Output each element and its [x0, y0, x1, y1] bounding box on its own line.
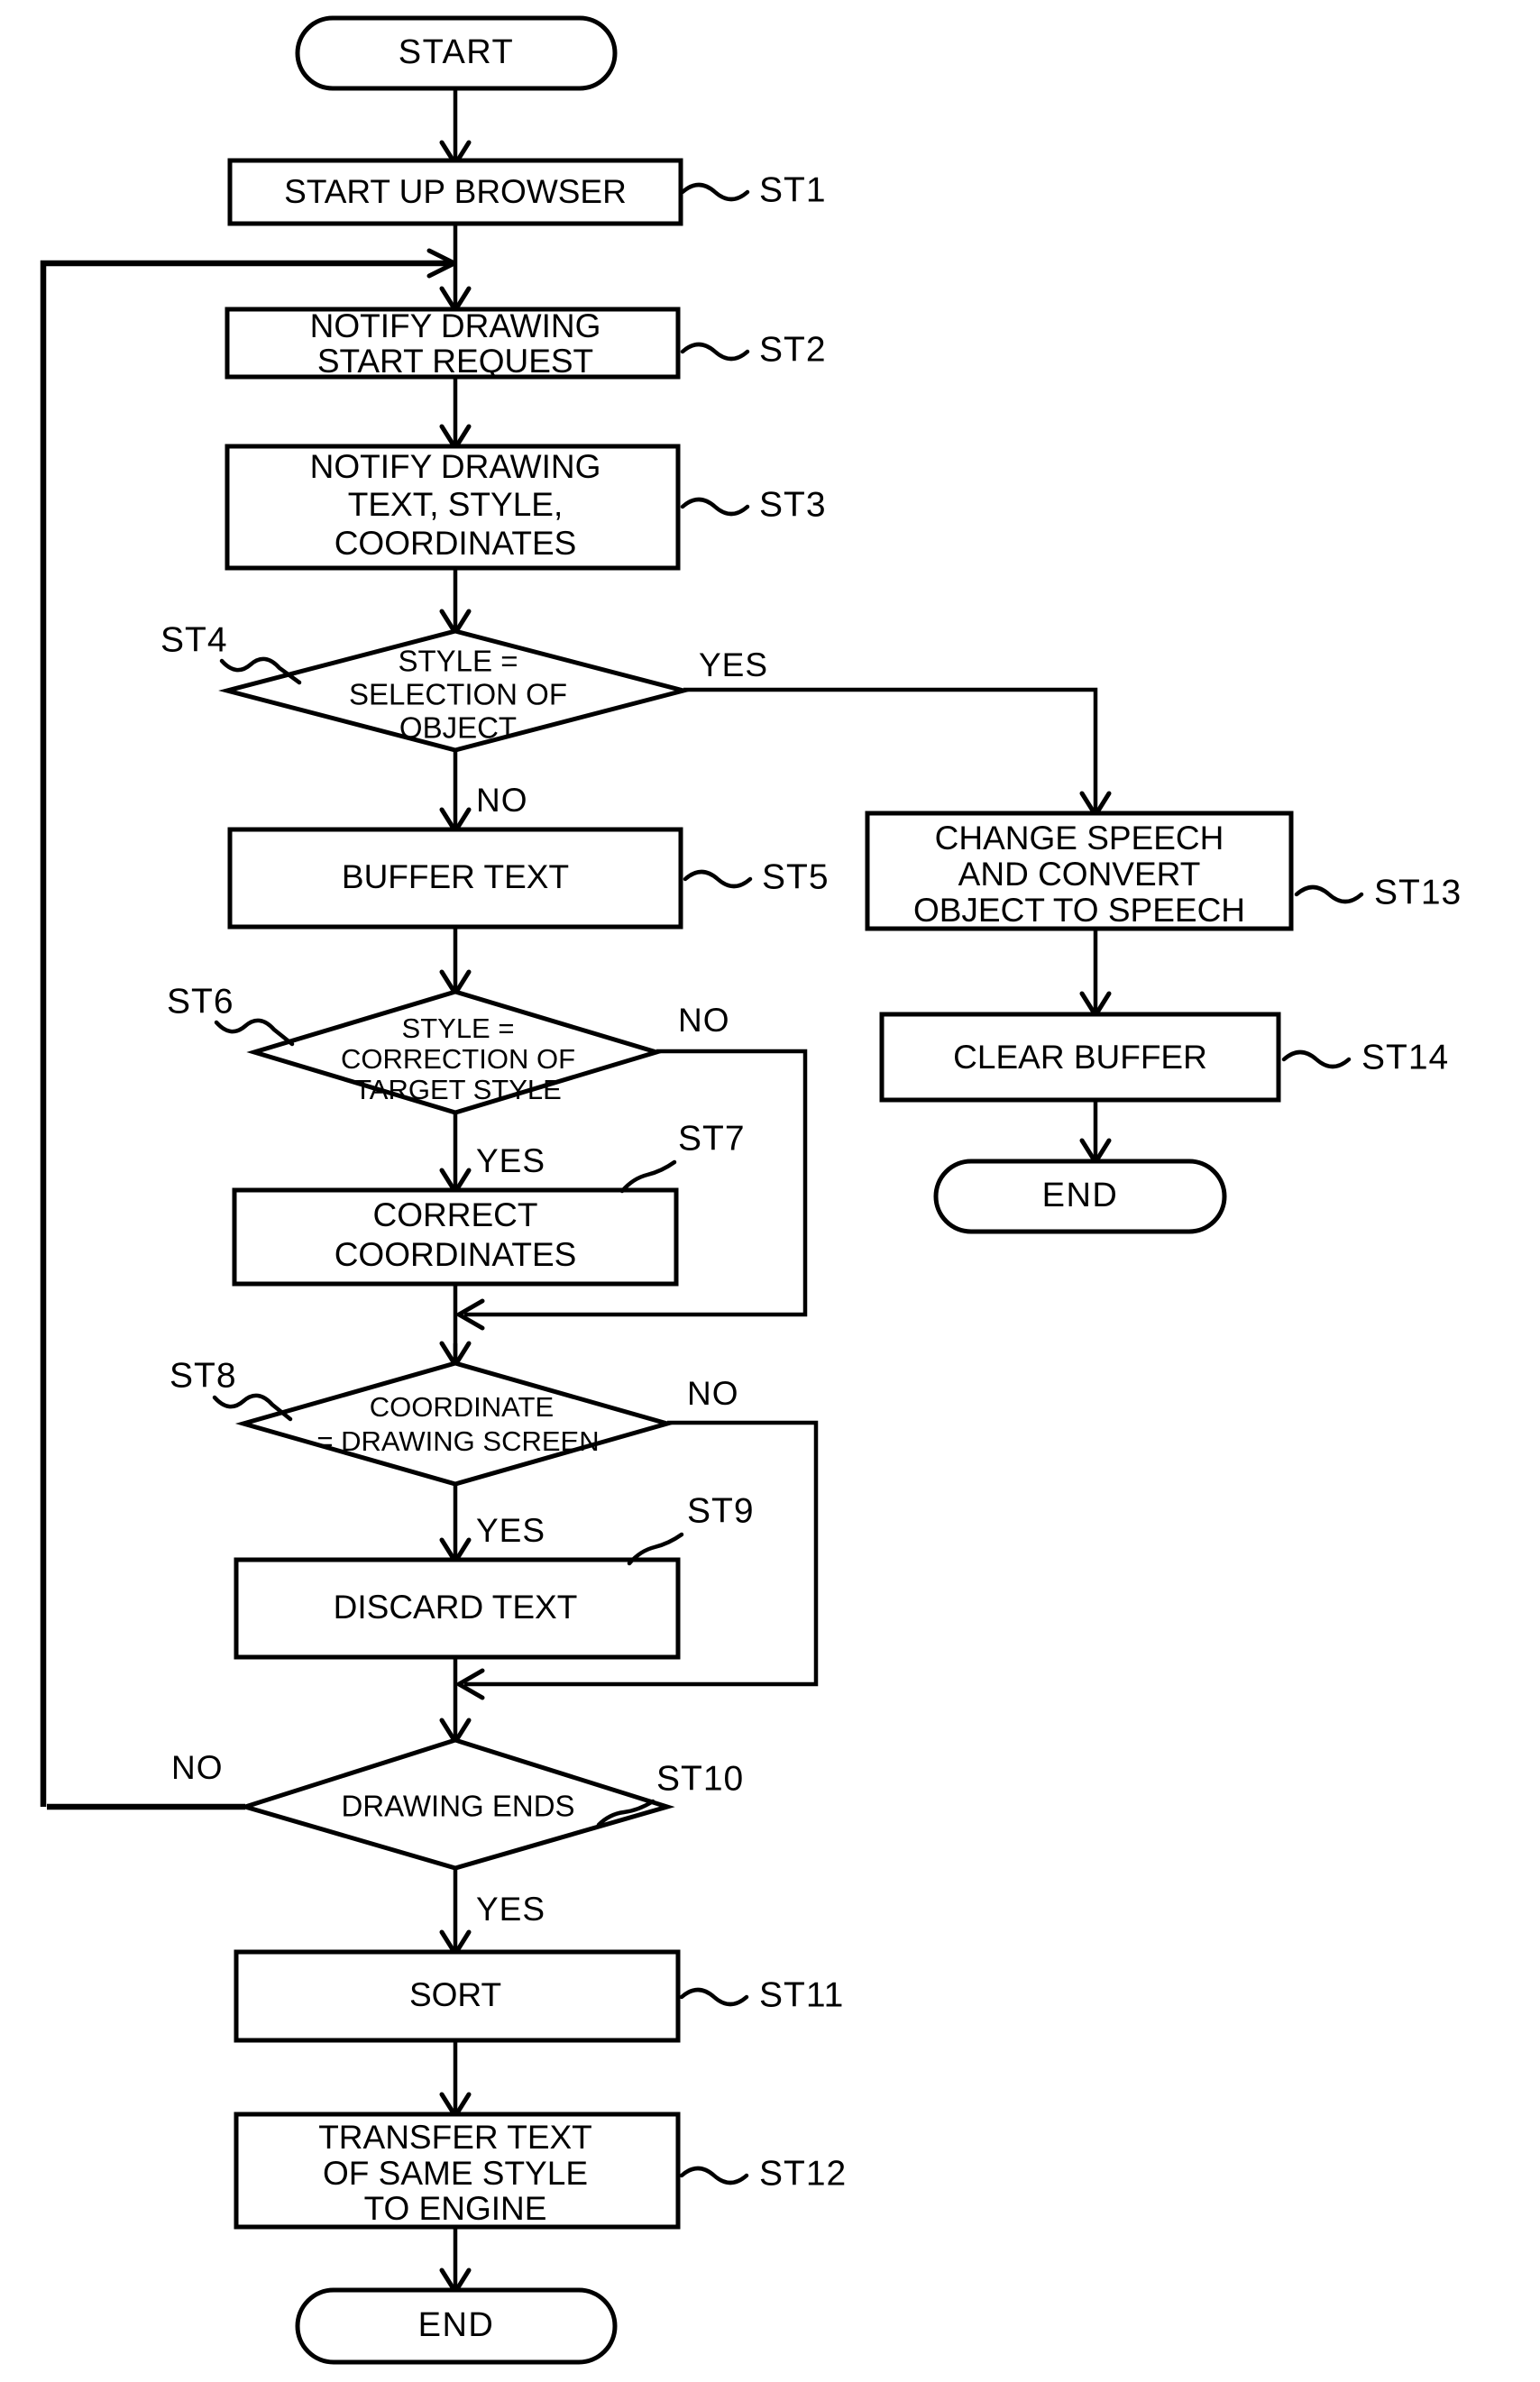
st7-leader-squiggle: [619, 1159, 677, 1194]
node-st12[interactable]: TRANSFER TEXT OF SAME STYLE TO ENGINE: [234, 2112, 681, 2230]
st13-label-line3: OBJECT TO SPEECH: [913, 892, 1245, 929]
tag-st1: ST1: [680, 170, 827, 209]
flowchart-canvas: START START UP BROWSER ST1 NOTIFY DRAWIN…: [40, 15, 1462, 2365]
st3-leader-squiggle: [680, 497, 750, 517]
node-start[interactable]: START: [295, 15, 618, 91]
st12-label-line1: TRANSFER TEXT: [318, 2119, 592, 2156]
branch-label-st4-no: NO: [476, 782, 528, 819]
node-st1[interactable]: START UP BROWSER: [227, 158, 683, 226]
st14-tag-label: ST14: [1361, 1038, 1449, 1076]
connector-st4-yes-to-st13: [683, 687, 1098, 811]
st11-leader-squiggle: [679, 1987, 749, 2007]
node-st3[interactable]: NOTIFY DRAWING TEXT, STYLE, COORDINATES: [225, 444, 681, 571]
st2-leader-squiggle: [680, 342, 750, 362]
st3-label-line1: NOTIFY DRAWING: [310, 448, 601, 485]
tag-st13: ST13: [1294, 873, 1462, 912]
st14-label: CLEAR BUFFER: [953, 1039, 1207, 1076]
tag-st14: ST14: [1281, 1038, 1449, 1076]
tag-st8: ST8: [170, 1356, 293, 1422]
st3-label-line2: TEXT, STYLE,: [348, 486, 564, 523]
st13-label-line2: AND CONVERT: [958, 856, 1201, 893]
node-st4[interactable]: STYLE = SELECTION OF OBJECT: [218, 628, 692, 753]
tag-st9: ST9: [627, 1491, 755, 1566]
tag-st2: ST2: [680, 330, 827, 369]
st5-leader-squiggle: [683, 869, 753, 889]
st14-leader-squiggle: [1281, 1049, 1352, 1069]
st8-label-line2: = DRAWING SCREEN: [316, 1425, 599, 1457]
node-st7[interactable]: CORRECT COORDINATES: [232, 1187, 679, 1287]
tag-st11: ST11: [679, 1975, 844, 2014]
st11-tag-label: ST11: [759, 1975, 844, 2014]
st12-label-line2: OF SAME STYLE: [323, 2155, 588, 2192]
st10-tag-label: ST10: [656, 1759, 744, 1798]
node-st10[interactable]: DRAWING ENDS: [237, 1737, 675, 1871]
st10-label: DRAWING ENDS: [341, 1790, 574, 1823]
node-st2[interactable]: NOTIFY DRAWING START REQUEST: [225, 307, 681, 380]
st4-label-line1: STYLE =: [399, 645, 518, 678]
st8-tag-label: ST8: [170, 1356, 237, 1395]
st7-tag-label: ST7: [678, 1119, 746, 1158]
st2-tag-label: ST2: [759, 330, 827, 369]
st4-tag-label: ST4: [160, 620, 228, 659]
branch-label-st6-yes: YES: [476, 1142, 545, 1179]
st12-tag-label: ST12: [759, 2154, 847, 2193]
st5-tag-label: ST5: [762, 857, 830, 896]
start-terminator-label: START: [399, 33, 515, 71]
st12-label-line3: TO ENGINE: [364, 2190, 547, 2227]
st4-label-line3: OBJECT: [399, 711, 517, 745]
branch-label-st10-yes: YES: [476, 1891, 545, 1928]
branch-label-st4-yes: YES: [699, 646, 768, 683]
end-bottom-label: END: [418, 2306, 495, 2344]
node-st13[interactable]: CHANGE SPEECH AND CONVERT OBJECT TO SPEE…: [865, 811, 1294, 931]
st13-label-line1: CHANGE SPEECH: [935, 820, 1224, 857]
st6-tag-label: ST6: [167, 982, 234, 1021]
st13-leader-squiggle: [1294, 884, 1364, 904]
st2-label-line1: NOTIFY DRAWING: [310, 307, 601, 344]
st8-label-line1: COORDINATE: [370, 1391, 554, 1423]
branch-label-st8-no: NO: [687, 1375, 739, 1412]
st9-tag-label: ST9: [687, 1491, 755, 1530]
st13-tag-label: ST13: [1374, 873, 1462, 912]
st11-label: SORT: [409, 1976, 501, 2013]
node-st5[interactable]: BUFFER TEXT: [227, 827, 683, 930]
st7-label-line2: COORDINATES: [335, 1236, 577, 1273]
st1-leader-squiggle: [680, 182, 750, 202]
st12-leader-squiggle: [679, 2166, 749, 2185]
tag-st6: ST6: [167, 982, 295, 1047]
end-right-label: END: [1042, 1177, 1119, 1214]
st2-label-line2: START REQUEST: [317, 343, 593, 380]
node-end-right[interactable]: END: [933, 1159, 1227, 1234]
node-st6[interactable]: STYLE = CORRECTION OF TARGET STYLE: [246, 989, 665, 1115]
tag-st5: ST5: [683, 857, 830, 896]
st3-tag-label: ST3: [759, 485, 827, 524]
branch-label-st6-no: NO: [678, 1002, 730, 1039]
tag-st12: ST12: [679, 2154, 847, 2193]
st6-label-line2: CORRECTION OF: [341, 1043, 575, 1075]
flowchart-page: START START UP BROWSER ST1 NOTIFY DRAWIN…: [0, 0, 1540, 2382]
st9-label: DISCARD TEXT: [334, 1589, 578, 1626]
node-st9[interactable]: DISCARD TEXT: [234, 1557, 681, 1660]
tag-st3: ST3: [680, 485, 827, 524]
st8-decision-shape: [234, 1360, 676, 1487]
tag-st7: ST7: [619, 1119, 746, 1194]
st6-label-line3: TARGET STYLE: [354, 1074, 562, 1105]
node-st11[interactable]: SORT: [234, 1949, 681, 2043]
st6-label-line1: STYLE =: [402, 1012, 515, 1044]
node-st14[interactable]: CLEAR BUFFER: [879, 1012, 1281, 1103]
st1-tag-label: ST1: [759, 170, 827, 209]
tag-st4: ST4: [160, 620, 302, 685]
node-st8[interactable]: COORDINATE = DRAWING SCREEN: [234, 1360, 676, 1487]
branch-label-st8-yes: YES: [476, 1512, 545, 1549]
st1-label: START UP BROWSER: [284, 173, 627, 210]
node-end-bottom[interactable]: END: [295, 2287, 618, 2365]
st3-label-line3: COORDINATES: [335, 525, 577, 562]
st6-leader-squiggle: [214, 1018, 295, 1047]
st5-label: BUFFER TEXT: [342, 858, 569, 895]
st4-label-line2: SELECTION OF: [349, 678, 567, 711]
st7-label-line1: CORRECT: [373, 1196, 538, 1233]
branch-label-st10-no: NO: [171, 1749, 224, 1786]
